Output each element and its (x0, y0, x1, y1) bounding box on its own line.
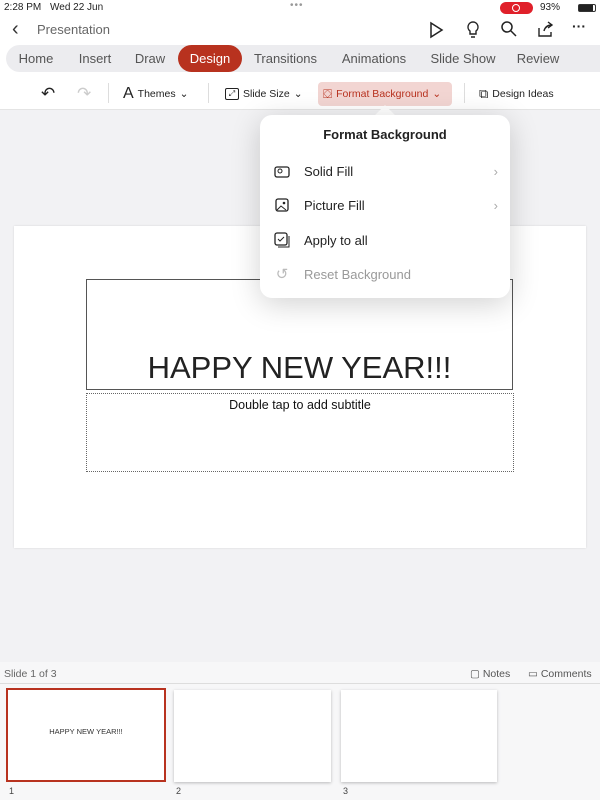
slide-size-label: Slide Size (243, 88, 290, 100)
format-background-menu: Format Background Solid Fill › Picture Fi… (260, 115, 510, 298)
menu-item-label: Picture Fill (304, 197, 365, 213)
search-icon[interactable] (500, 20, 518, 38)
paint-bucket-icon (274, 163, 290, 179)
comment-icon: ▭ (528, 668, 541, 680)
themes-button[interactable]: A Themes ⌄ (118, 82, 193, 106)
chevron-down-icon: ⌄ (432, 88, 442, 100)
notes-button[interactable]: ▢ Notes (470, 668, 510, 680)
play-icon[interactable] (428, 21, 444, 39)
slide-thumbnail-1[interactable]: HAPPY NEW YEAR!!! (6, 688, 166, 782)
tab-design[interactable]: Design (178, 45, 242, 72)
tab-insert[interactable]: Insert (70, 45, 120, 72)
menu-item-label: Reset Background (304, 266, 411, 282)
battery-icon (578, 4, 596, 12)
menu-item-reset-background: ↺ Reset Background (260, 257, 510, 291)
comments-label: Comments (540, 668, 592, 680)
more-icon[interactable]: ··· (572, 18, 586, 34)
subtitle-placeholder[interactable]: Double tap to add subtitle (86, 393, 514, 472)
resize-icon: ⤢ (225, 88, 239, 100)
reset-icon: ↺ (275, 266, 289, 283)
tab-transitions[interactable]: Transitions (248, 45, 323, 72)
slide-size-button[interactable]: ⤢ Slide Size ⌄ (220, 82, 308, 106)
thumbnail-number: 1 (9, 786, 15, 796)
subtitle-hint: Double tap to add subtitle (229, 398, 371, 412)
status-bar: 2:28 PM Wed 22 Jun ••• 93% (0, 0, 600, 16)
paint-bucket-icon: ⛋ (323, 87, 333, 101)
tab-review[interactable]: Review (512, 45, 564, 72)
tab-slide-show[interactable]: Slide Show (426, 45, 500, 72)
menu-item-solid-fill[interactable]: Solid Fill › (260, 154, 510, 188)
tab-home[interactable]: Home (10, 45, 62, 72)
popup-title: Format Background (323, 127, 447, 142)
menu-item-picture-fill[interactable]: Picture Fill › (260, 188, 510, 222)
screen-record-icon (500, 2, 533, 14)
thumbnail-text: HAPPY NEW YEAR!!! (49, 727, 123, 736)
chevron-down-icon: ⌄ (293, 88, 303, 100)
slide-title: HAPPY NEW YEAR!!! (147, 350, 452, 385)
tab-animations[interactable]: Animations (336, 45, 412, 72)
menu-item-label: Solid Fill (304, 163, 354, 179)
comments-button[interactable]: ▭ Comments (528, 668, 592, 680)
multitask-dots-icon[interactable]: ••• (290, 0, 304, 11)
themes-label: Themes (137, 88, 176, 100)
menu-item-apply-to-all[interactable]: Apply to all (260, 223, 510, 257)
design-toolbar: ↶ ↷ A Themes ⌄ ⤢ Slide Size ⌄ ⛋ Format Backgr… (0, 78, 600, 110)
design-ideas-icon: ⧉ (479, 86, 489, 101)
slide-thumbnail-2[interactable] (174, 690, 331, 782)
menu-item-label: Apply to all (304, 232, 368, 248)
status-time: 2:28 PM (4, 2, 42, 13)
redo-icon[interactable]: ↷ (72, 82, 96, 106)
thumbnail-number: 3 (343, 786, 349, 796)
back-icon[interactable]: ‹ (12, 18, 19, 41)
picture-icon (274, 197, 290, 213)
divider (0, 683, 600, 684)
apply-all-icon (274, 232, 290, 248)
chevron-right-icon: › (493, 197, 498, 213)
lightbulb-icon[interactable] (465, 20, 481, 40)
design-ideas-label: Design Ideas (492, 88, 554, 100)
format-background-label: Format Background (336, 88, 429, 100)
title-bar: ‹ Presentation ··· (0, 16, 600, 44)
chevron-right-icon: › (493, 163, 498, 179)
slide-counter: Slide 1 of 3 (4, 668, 57, 680)
undo-icon[interactable]: ↶ (36, 82, 60, 106)
format-background-button[interactable]: ⛋ Format Background ⌄ (318, 82, 452, 106)
themes-icon: A (123, 85, 134, 102)
slide-thumbnail-3[interactable] (341, 690, 497, 782)
thumbnail-number: 2 (176, 786, 182, 796)
notes-label: Notes (482, 668, 511, 680)
tab-draw[interactable]: Draw (128, 45, 172, 72)
design-ideas-button[interactable]: ⧉ Design Ideas (474, 82, 559, 106)
chevron-down-icon: ⌄ (179, 88, 189, 100)
notes-icon: ▢ (470, 668, 483, 680)
share-icon[interactable] (536, 20, 554, 38)
battery-percent: 93% (540, 2, 561, 13)
ribbon-tabs: Home Insert Draw Design Transitions Anim… (0, 44, 600, 78)
document-title[interactable]: Presentation (37, 22, 110, 37)
status-date: Wed 22 Jun (50, 2, 104, 13)
